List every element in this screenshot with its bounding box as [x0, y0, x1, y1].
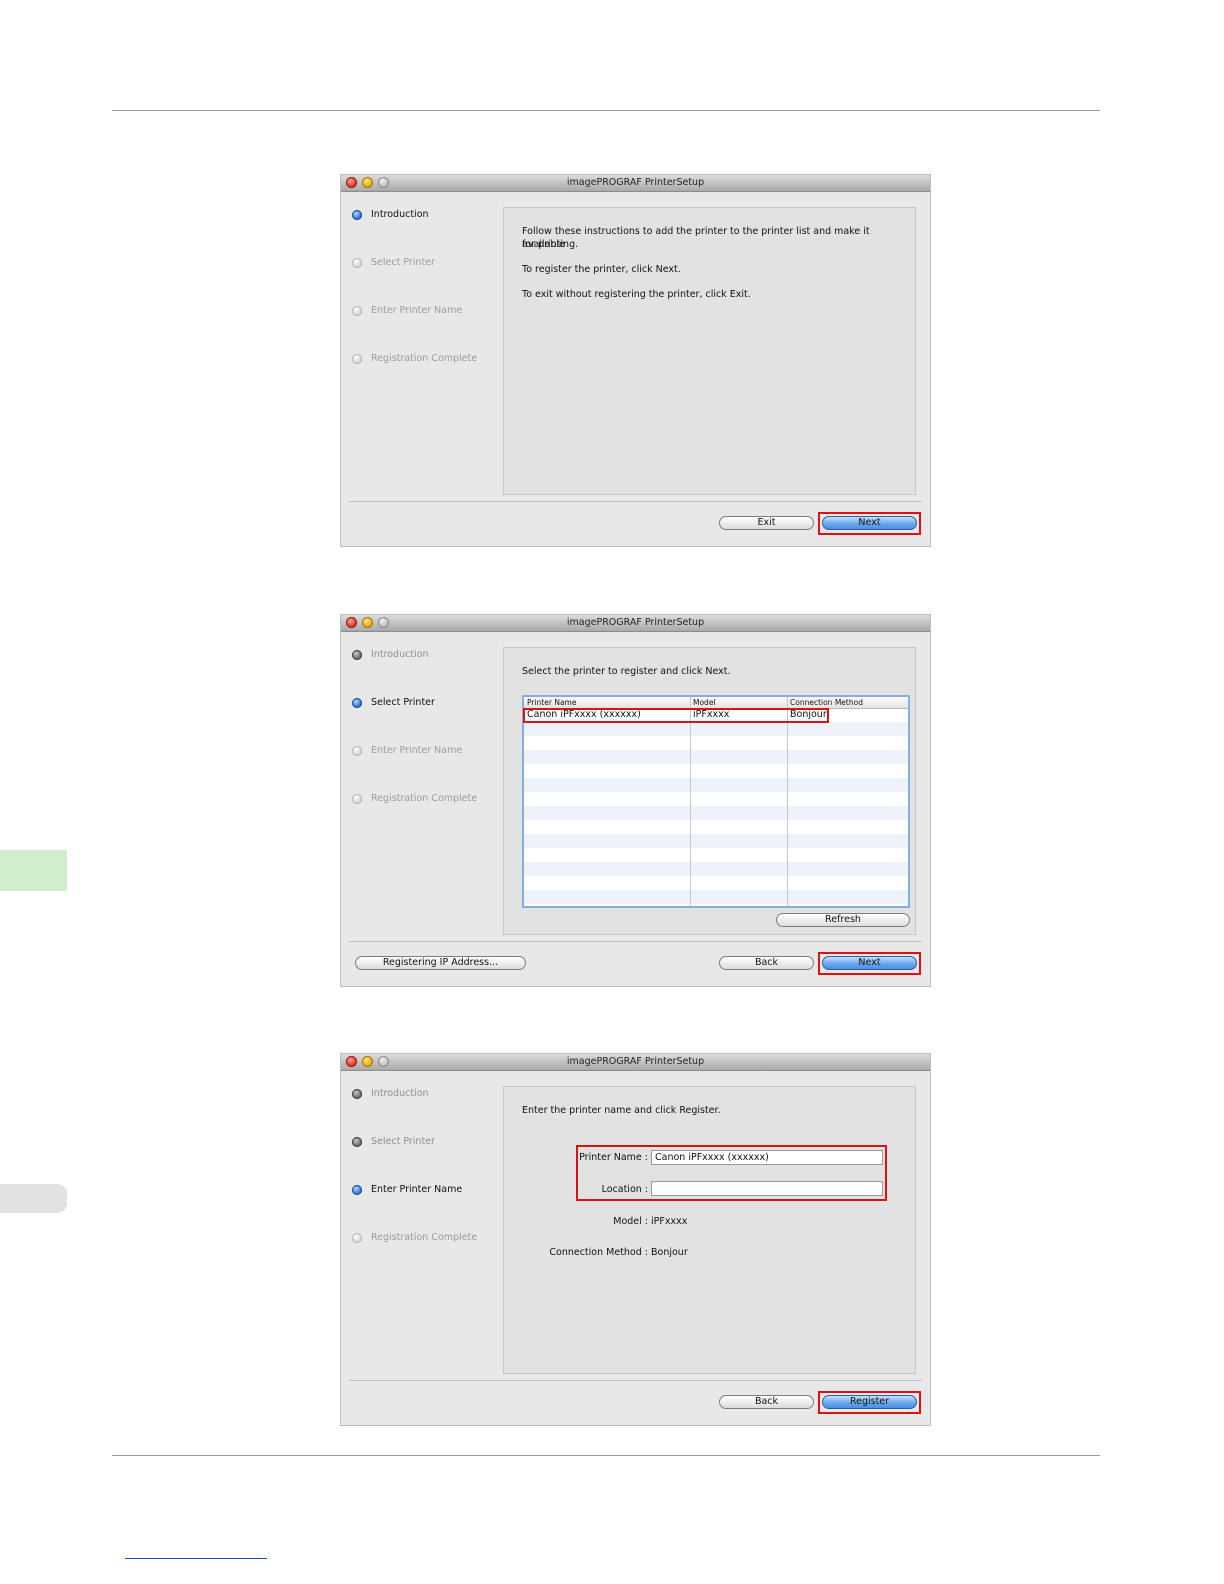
step-pending-radio-icon [352, 306, 362, 316]
step-active-radio-icon [352, 1185, 362, 1195]
content-panel: Enter the printer name and click Registe… [503, 1086, 916, 1374]
connection-method-value: Bonjour [651, 1247, 688, 1258]
step-pending-radio-icon [352, 1233, 362, 1243]
step-label: Select Printer [371, 1136, 435, 1147]
button-separator [349, 501, 922, 502]
step-active-radio-icon [352, 210, 362, 220]
next-button-highlight [818, 952, 921, 975]
printer-list-table[interactable]: Printer Name Model Connection Method Can… [522, 695, 910, 908]
button-separator [349, 941, 922, 942]
chapter-tab [0, 850, 67, 891]
title-bar: imagePROGRAF PrinterSetup [341, 1054, 930, 1071]
step-pending-radio-icon [352, 794, 362, 804]
table-row [524, 834, 908, 848]
step-done-radio-icon [352, 1137, 362, 1147]
footer-link-underline[interactable] [125, 1558, 267, 1559]
footer-rule [112, 1455, 1100, 1456]
table-row [524, 792, 908, 806]
button-separator [349, 1380, 922, 1381]
setup-window-introduction: imagePROGRAF PrinterSetup Introduction S… [341, 175, 930, 546]
step-label: Select Printer [371, 257, 435, 268]
model-label: Model : [613, 1216, 648, 1227]
back-button[interactable]: Back [719, 1395, 814, 1409]
select-instruction: Select the printer to register and click… [522, 666, 731, 677]
table-row [524, 778, 908, 792]
step-label: Introduction [371, 649, 429, 660]
window-title: imagePROGRAF PrinterSetup [566, 177, 705, 188]
step-active-radio-icon [352, 698, 362, 708]
section-tab [0, 1184, 67, 1213]
setup-window-enter-printer-name: imagePROGRAF PrinterSetup Introduction S… [341, 1054, 930, 1425]
table-row [524, 736, 908, 750]
intro-text-line-4: To exit without registering the printer,… [522, 289, 751, 300]
registering-ip-address-button[interactable]: Registering IP Address... [355, 956, 526, 970]
column-divider [690, 697, 691, 906]
step-label: Registration Complete [371, 793, 478, 804]
table-row [524, 764, 908, 778]
step-label: Enter Printer Name [371, 305, 463, 316]
connection-method-label: Connection Method : [549, 1247, 648, 1258]
enter-instruction: Enter the printer name and click Registe… [522, 1105, 721, 1116]
table-row [524, 806, 908, 820]
column-divider [787, 697, 788, 906]
selected-row-highlight [523, 708, 829, 723]
window-title: imagePROGRAF PrinterSetup [566, 617, 705, 628]
intro-text-line-3: To register the printer, click Next. [522, 264, 681, 275]
back-button[interactable]: Back [719, 956, 814, 970]
step-label: Enter Printer Name [371, 1184, 463, 1195]
step-label: Registration Complete [371, 353, 478, 364]
table-row [524, 848, 908, 862]
title-bar: imagePROGRAF PrinterSetup [341, 615, 930, 632]
step-done-radio-icon [352, 1089, 362, 1099]
location-field[interactable] [651, 1181, 883, 1196]
refresh-button[interactable]: Refresh [776, 913, 910, 927]
title-bar: imagePROGRAF PrinterSetup [341, 175, 930, 192]
step-done-radio-icon [352, 650, 362, 660]
step-label: Introduction [371, 1088, 429, 1099]
table-row [524, 750, 908, 764]
model-value: iPFxxxx [651, 1216, 688, 1227]
intro-text-line-2: for printing. [522, 239, 579, 250]
setup-window-select-printer: imagePROGRAF PrinterSetup Introduction S… [341, 615, 930, 986]
printer-name-field[interactable] [651, 1150, 883, 1165]
printer-name-label: Printer Name : [579, 1152, 648, 1163]
exit-button[interactable]: Exit [719, 516, 814, 530]
table-row [524, 890, 908, 904]
register-button-highlight [818, 1391, 921, 1414]
table-row [524, 820, 908, 834]
step-label: Registration Complete [371, 1232, 478, 1243]
step-label: Enter Printer Name [371, 745, 463, 756]
step-label: Introduction [371, 209, 429, 220]
table-row [524, 722, 908, 736]
next-button-highlight [818, 512, 921, 535]
step-label: Select Printer [371, 697, 435, 708]
content-panel: Follow these instructions to add the pri… [503, 207, 916, 495]
step-pending-radio-icon [352, 354, 362, 364]
header-rule [112, 110, 1100, 111]
location-label: Location : [601, 1184, 648, 1195]
table-row [524, 862, 908, 876]
table-row [524, 876, 908, 890]
window-title: imagePROGRAF PrinterSetup [566, 1056, 705, 1067]
intro-text-line-1: Follow these instructions to add the pri… [522, 226, 870, 250]
step-pending-radio-icon [352, 258, 362, 268]
step-pending-radio-icon [352, 746, 362, 756]
